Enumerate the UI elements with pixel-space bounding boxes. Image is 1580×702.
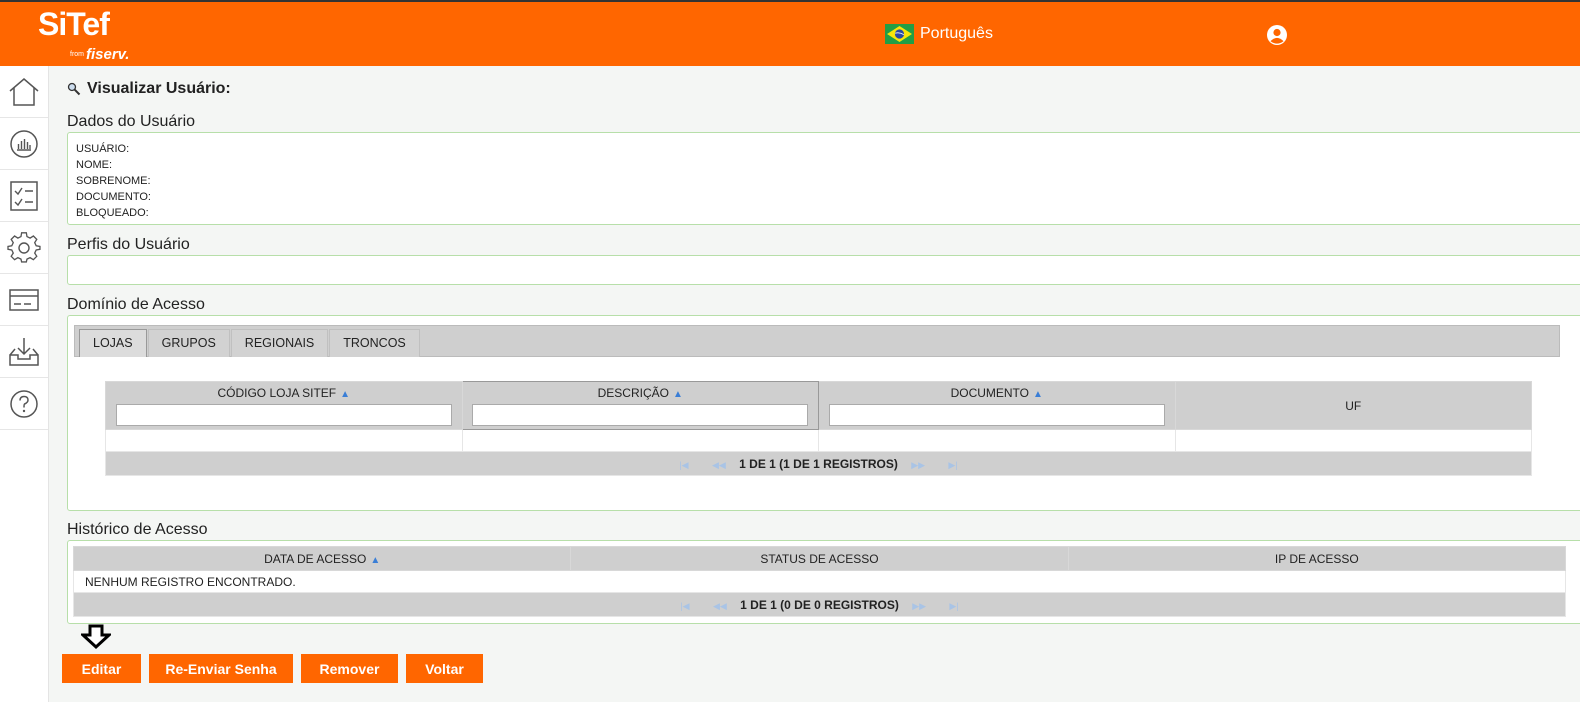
tab-troncos[interactable]: TRONCOS <box>329 329 420 357</box>
filter-input-codigo[interactable] <box>115 403 452 426</box>
arrow-down-icon <box>81 624 111 650</box>
column-label-descricao: DESCRIÇÃO <box>597 385 669 400</box>
user-data-title: Dados do Usuário <box>67 113 196 130</box>
field-documento: DOCUMENTO: <box>76 191 151 203</box>
next-page-icon[interactable]: ▶▶ <box>912 601 926 611</box>
sidebar-item-downloads[interactable] <box>0 326 48 378</box>
column-header-descricao[interactable]: DESCRIÇÃO ▲ <box>461 381 819 430</box>
table-row[interactable] <box>105 429 1532 452</box>
logo-from-text: from <box>70 51 84 59</box>
column-header-uf[interactable]: UF <box>1174 381 1532 430</box>
column-label-data-acesso: DATA DE ACESSO <box>264 551 367 566</box>
back-button[interactable]: Voltar <box>406 654 483 683</box>
field-bloqueado: BLOQUEADO: <box>76 207 149 219</box>
column-label-uf: UF <box>1345 398 1362 413</box>
field-sobrenome: SOBRENOME: <box>76 175 151 187</box>
table-cell <box>1174 429 1532 452</box>
sort-both-icon: ▲︎ <box>1033 388 1043 400</box>
tab-grupos[interactable]: GRUPOS <box>147 329 230 357</box>
column-header-documento[interactable]: DOCUMENTO ▲︎ <box>818 381 1176 430</box>
stores-pager-text: 1 DE 1 (1 DE 1 REGISTROS) <box>739 456 898 471</box>
column-header-status-acesso[interactable]: STATUS DE ACESSO <box>570 546 1069 571</box>
profiles-title: Perfis do Usuário <box>67 236 190 253</box>
logo-main-text: SiTef <box>38 6 110 42</box>
user-account-icon[interactable] <box>1266 24 1288 46</box>
column-label-codigo: CÓDIGO LOJA SITEF <box>217 385 337 400</box>
card-icon <box>9 288 39 311</box>
logo-fiserv-text: fiserv. <box>86 46 130 63</box>
language-selector[interactable]: Português <box>885 24 993 44</box>
access-history-title: Histórico de Acesso <box>67 521 208 538</box>
profiles-panel <box>67 255 1580 285</box>
first-page-icon[interactable]: |◀ <box>680 601 689 611</box>
sidebar-item-cards[interactable] <box>0 274 48 326</box>
reports-icon <box>10 129 38 158</box>
gear-icon <box>7 231 41 263</box>
page-title-text: Visualizar Usuário: <box>87 80 231 97</box>
tab-regionais[interactable]: REGIONAIS <box>230 329 329 357</box>
brazil-flag-icon <box>885 24 914 44</box>
help-icon <box>10 389 38 418</box>
sort-asc-icon: ▲ <box>672 388 683 400</box>
field-usuario: USUÁRIO: <box>76 143 130 155</box>
table-cell <box>105 429 463 452</box>
last-page-icon[interactable]: ▶| <box>948 460 957 470</box>
prev-page-icon[interactable]: ◀◀ <box>713 601 727 611</box>
history-table-wrapper: DATA DE ACESSO ▲︎ STATUS DE ACESSO IP DE … <box>72 546 1567 617</box>
sidebar-item-settings[interactable] <box>0 222 48 274</box>
sort-both-icon: ▲︎ <box>340 388 351 400</box>
sitef-logo[interactable]: SiTef from fiserv. <box>38 6 129 63</box>
table-row: NENHUM REGISTRO ENCONTRADO. <box>73 570 1566 593</box>
magnifier-icon <box>67 82 81 96</box>
history-table: DATA DE ACESSO ▲︎ STATUS DE ACESSO IP DE … <box>72 546 1567 617</box>
language-label: Português <box>920 25 993 42</box>
column-header-data-acesso[interactable]: DATA DE ACESSO ▲︎ <box>72 546 572 571</box>
download-tray-icon <box>9 337 39 366</box>
stores-pager: |◀ ◀◀ 1 DE 1 (1 DE 1 REGISTROS) ▶▶ ▶| <box>105 451 1532 476</box>
field-nome: NOME: <box>76 159 113 171</box>
tab-lojas[interactable]: LOJAS <box>79 329 147 357</box>
stores-table: CÓDIGO LOJA SITEF ▲︎ DESCRIÇÃO ▲ DOCUMENTO… <box>105 381 1532 476</box>
last-page-icon[interactable]: ▶| <box>949 601 958 611</box>
prev-page-icon[interactable]: ◀◀ <box>712 460 726 470</box>
next-page-icon[interactable]: ▶▶ <box>911 460 925 470</box>
sidebar-item-help[interactable] <box>0 378 48 430</box>
column-header-ip-acesso[interactable]: IP DE ACESSO <box>1067 546 1567 571</box>
sidebar <box>0 66 49 702</box>
filter-input-documento[interactable] <box>828 403 1165 426</box>
column-label-status-acesso: STATUS DE ACESSO <box>760 551 879 566</box>
checklist-icon <box>10 180 38 211</box>
sidebar-item-home[interactable] <box>0 66 48 118</box>
table-cell <box>461 429 819 452</box>
remove-button[interactable]: Remover <box>301 654 398 683</box>
sort-both-icon: ▲︎ <box>370 554 381 566</box>
sidebar-item-tasks[interactable] <box>0 170 48 222</box>
page-title: Visualizar Usuário: <box>67 80 231 98</box>
history-pager-text: 1 DE 1 (0 DE 0 REGISTROS) <box>740 597 899 612</box>
home-icon <box>9 77 39 106</box>
table-cell <box>818 429 1176 452</box>
column-label-documento: DOCUMENTO <box>950 385 1030 400</box>
access-domain-panel: LOJAS GRUPOS REGIONAIS TRONCOS CÓDIGO LO… <box>67 315 1580 511</box>
logo-sub-text: from fiserv. <box>70 46 129 64</box>
top-header: SiTef from fiserv. Português <box>0 0 1580 66</box>
column-label-ip-acesso: IP DE ACESSO <box>1274 551 1359 566</box>
filter-input-descricao[interactable] <box>472 403 809 426</box>
user-data-panel: USUÁRIO: NOME: SOBRENOME: DOCUMENTO: BLO… <box>67 132 1580 225</box>
access-domain-tabs: LOJAS GRUPOS REGIONAIS TRONCOS <box>74 325 1560 357</box>
access-history-panel: DATA DE ACESSO ▲︎ STATUS DE ACESSO IP DE … <box>67 540 1580 624</box>
sidebar-item-reports[interactable] <box>0 118 48 170</box>
first-page-icon[interactable]: |◀ <box>679 460 688 470</box>
empty-message: NENHUM REGISTRO ENCONTRADO. <box>73 570 1566 593</box>
resend-password-button[interactable]: Re-Enviar Senha <box>149 654 293 683</box>
edit-button[interactable]: Editar <box>62 654 141 683</box>
access-domain-title: Domínio de Acesso <box>67 296 205 313</box>
stores-table-wrapper: CÓDIGO LOJA SITEF ▲︎ DESCRIÇÃO ▲ DOCUMENTO… <box>105 381 1532 476</box>
column-header-codigo[interactable]: CÓDIGO LOJA SITEF ▲︎ <box>105 381 463 430</box>
main-content: Visualizar Usuário: Dados do Usuário USU… <box>49 66 1580 702</box>
history-pager: |◀ ◀◀ 1 DE 1 (0 DE 0 REGISTROS) ▶▶ ▶| <box>73 592 1566 617</box>
